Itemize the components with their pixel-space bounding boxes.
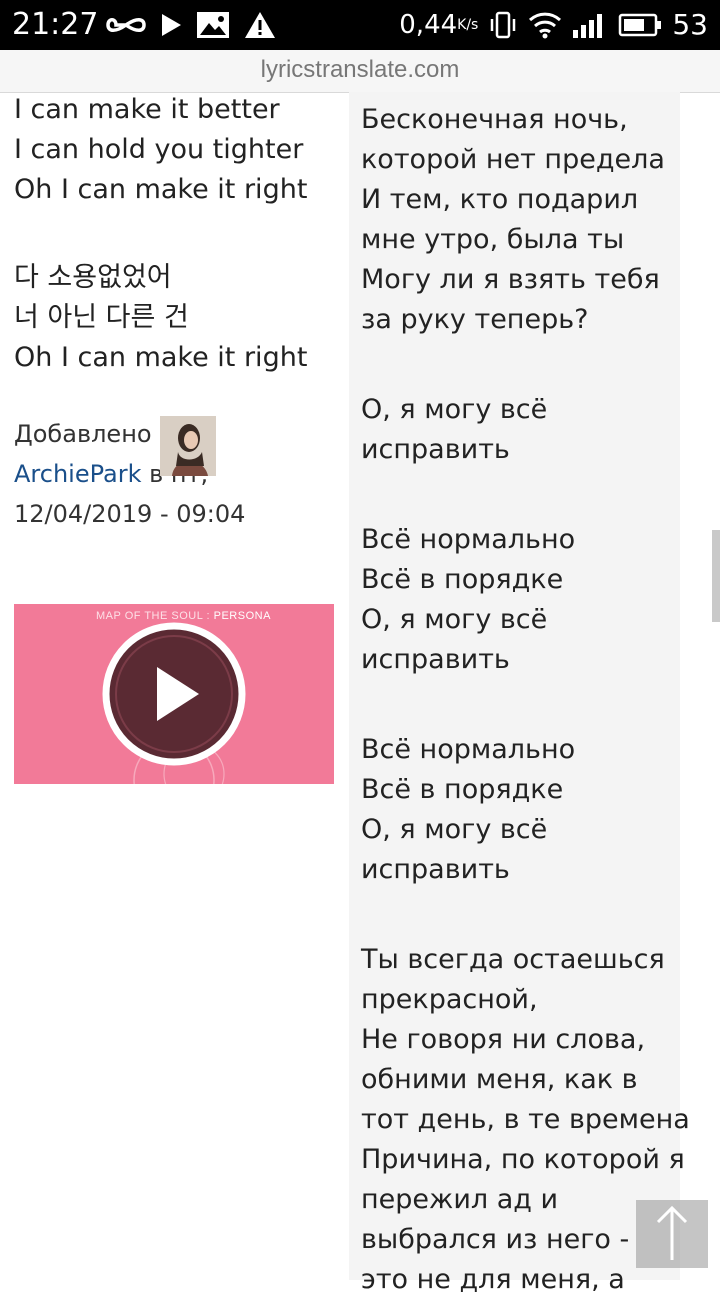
translation-line: И тем, кто подарил	[361, 184, 639, 215]
translation-line: О, я могу всё	[361, 814, 548, 845]
translation-line: исправить	[361, 644, 510, 675]
play-icon	[162, 14, 181, 36]
translation-line: прекрасной,	[361, 984, 538, 1015]
translation-line: Всё в порядке	[361, 774, 564, 805]
play-circle-icon[interactable]	[99, 619, 249, 769]
translation-block-4: Всё нормально Всё в порядке О, я могу вс…	[361, 730, 575, 890]
signal-icon	[573, 14, 603, 38]
translation-line: Не говоря ни слова,	[361, 1024, 646, 1055]
translation-line: Бесконечная ночь,	[361, 104, 628, 135]
vibrate-icon	[491, 11, 516, 39]
battery-level: 53	[672, 8, 708, 41]
lyric-line: 다 소용없었어	[14, 262, 172, 293]
lyric-line: I can hold you tighter	[14, 134, 304, 165]
original-lyrics-block-1: I can make it better I can hold you tigh…	[14, 90, 307, 210]
translation-line: Всё нормально	[361, 524, 576, 555]
speed-value: 0,44	[399, 10, 458, 40]
video-thumbnail[interactable]: MAP OF THE SOUL : PERSONA	[14, 604, 334, 784]
lyric-line: Oh I can make it right	[14, 342, 308, 373]
battery-icon	[619, 13, 662, 37]
translation-block-3: Всё нормально Всё в порядке О, я могу вс…	[361, 520, 575, 680]
translation-line: исправить	[361, 434, 510, 465]
arrow-up-icon	[656, 1205, 688, 1260]
network-speed: 0,44K/s	[399, 6, 478, 44]
url-bar[interactable]: lyricstranslate.com	[0, 50, 720, 93]
lyric-line: 너 아닌 다른 건	[14, 302, 189, 333]
translation-line: О, я могу всё	[361, 394, 548, 425]
translation-line: Ты всегда остаешься	[361, 944, 665, 975]
scrollbar[interactable]	[712, 530, 720, 622]
translation-line: Причина, по которой я	[361, 1144, 685, 1175]
translation-line: Всё в порядке	[361, 564, 564, 595]
original-lyrics-block-2: 다 소용없었어 너 아닌 다른 건 Oh I can make it right	[14, 258, 307, 378]
speed-unit: K/s	[457, 17, 479, 33]
translation-line: Всё нормально	[361, 734, 576, 765]
wifi-icon	[529, 12, 562, 39]
translation-line: обними меня, как в	[361, 1064, 638, 1095]
lyric-line: I can make it better	[14, 94, 280, 125]
added-datetime: 12/04/2019 - 09:04	[14, 500, 246, 528]
scroll-to-top-button[interactable]	[636, 1200, 708, 1268]
translation-block-1: Бесконечная ночь, которой нет предела И …	[361, 100, 665, 340]
infinity-icon	[106, 18, 146, 32]
translation-line: исправить	[361, 854, 510, 885]
user-link[interactable]: ArchiePark	[14, 460, 141, 488]
translation-line: тот день, в те времена	[361, 1104, 690, 1135]
image-icon	[197, 12, 229, 38]
translation-block-2: О, я могу всё исправить	[361, 390, 547, 470]
status-bar: 21:27 0,44K/s 53	[0, 0, 720, 50]
lyric-line: Oh I can make it right	[14, 174, 308, 205]
translation-line: мне утро, была ты	[361, 224, 625, 255]
translation-line: за руку теперь?	[361, 304, 589, 335]
avatar[interactable]	[160, 416, 216, 476]
translation-line: которой нет предела	[361, 144, 665, 175]
status-right: 0,44K/s 53	[399, 6, 708, 44]
status-time: 21:27	[12, 7, 99, 42]
warning-icon	[245, 12, 275, 38]
translation-line: Могу ли я взять тебя	[361, 264, 660, 295]
translation-line: О, я могу всё	[361, 604, 548, 635]
notification-icons	[106, 8, 276, 42]
